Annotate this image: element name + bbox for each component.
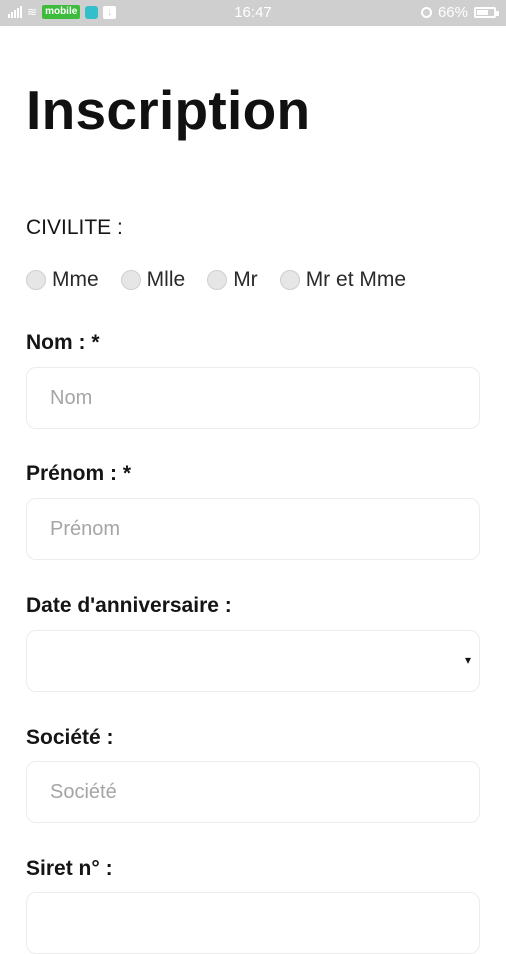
date-label: Date d'anniversaire : — [26, 594, 232, 617]
societe-field[interactable] — [26, 761, 480, 823]
prenom-label: Prénom : * — [26, 462, 132, 485]
nom-input[interactable] — [27, 368, 479, 428]
siret-input[interactable] — [27, 893, 479, 953]
radio-circle[interactable] — [26, 270, 46, 290]
battery-percent: 66% — [437, 4, 468, 21]
radio-mlle[interactable]: Mlle — [120, 268, 186, 292]
radio-mr-et-mme[interactable]: Mr et Mme — [279, 268, 407, 292]
radio-circle[interactable] — [207, 270, 228, 290]
radio-label: Mme — [52, 268, 99, 291]
radio-mr[interactable]: Mr — [207, 268, 258, 292]
radio-circle[interactable] — [120, 270, 141, 290]
nom-field[interactable] — [26, 367, 480, 429]
page-title: Inscription — [26, 79, 311, 141]
siret-label: Siret n° : — [26, 857, 113, 880]
radio-label: Mlle — [146, 268, 186, 291]
date-select[interactable]: ▾ — [26, 630, 480, 692]
radio-mme[interactable]: Mme — [26, 268, 99, 292]
civilite-label: CIVILITE : — [26, 216, 123, 239]
radio-label: Mr et Mme — [305, 268, 407, 291]
civilite-radio-group: Mme Mlle Mr Mr et Mme — [26, 268, 428, 292]
prenom-input[interactable] — [27, 499, 479, 559]
prenom-field[interactable] — [26, 498, 480, 560]
nom-label: Nom : * — [26, 331, 100, 354]
status-bar: ≋ mobile ↓ 16:47 66% — [0, 0, 506, 26]
societe-input[interactable] — [27, 762, 479, 822]
societe-label: Société : — [26, 726, 114, 749]
alarm-icon — [420, 7, 432, 18]
status-right: 66% — [420, 4, 499, 21]
battery-icon — [474, 7, 499, 18]
chevron-down-icon: ▾ — [464, 653, 471, 667]
radio-circle[interactable] — [279, 270, 300, 290]
radio-label: Mr — [233, 268, 258, 291]
siret-field[interactable] — [26, 892, 480, 954]
